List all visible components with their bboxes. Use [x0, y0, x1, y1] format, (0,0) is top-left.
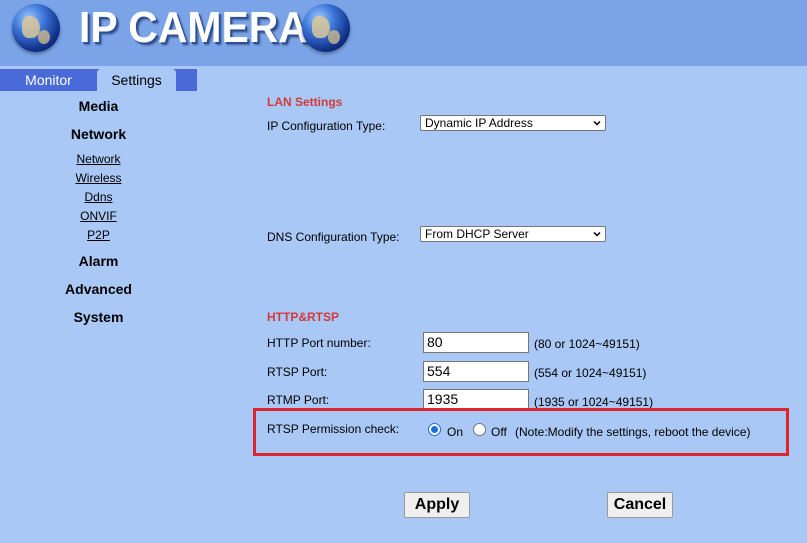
dns-config-select[interactable]: From DHCP Server	[420, 226, 606, 242]
sidebar: Monitor Settings Media Network Network W…	[0, 69, 197, 543]
tab-bar: Monitor Settings	[0, 69, 197, 91]
menu-system[interactable]: System	[0, 309, 197, 325]
rtmp-port-hint: (1935 or 1024~49151)	[534, 395, 654, 409]
rtmp-port-label: RTMP Port:	[267, 393, 330, 407]
dns-config-value: From DHCP Server	[425, 227, 529, 241]
rtsp-permission-note: (Note:Modify the settings, reboot the de…	[515, 425, 751, 439]
http-rtsp-title: HTTP&RTSP	[267, 310, 339, 324]
app-title: IP CAMERA	[79, 3, 308, 52]
dns-config-label: DNS Configuration Type:	[267, 230, 400, 244]
menu-alarm[interactable]: Alarm	[0, 253, 197, 269]
app-header: IP CAMERA	[0, 0, 807, 66]
menu-network-onvif[interactable]: ONVIF	[0, 209, 197, 223]
tab-settings[interactable]: Settings	[97, 69, 176, 91]
menu-advanced[interactable]: Advanced	[0, 281, 197, 297]
apply-button[interactable]: Apply	[404, 492, 470, 518]
rtsp-port-hint: (554 or 1024~49151)	[534, 366, 647, 380]
chevron-down-icon	[593, 231, 601, 237]
rtsp-permission-on-radio[interactable]	[428, 423, 441, 436]
globe-logo-icon	[302, 4, 350, 52]
ip-config-select[interactable]: Dynamic IP Address	[420, 115, 606, 131]
menu-network-network[interactable]: Network	[0, 152, 197, 166]
rtsp-port-input[interactable]: 554	[423, 361, 529, 382]
globe-logo-icon	[12, 4, 60, 52]
ip-config-label: IP Configuration Type:	[267, 119, 386, 133]
tab-monitor[interactable]: Monitor	[0, 69, 97, 91]
rtsp-permission-label: RTSP Permission check:	[267, 422, 400, 436]
rtsp-permission-on-label: On	[447, 425, 464, 439]
chevron-down-icon	[593, 120, 601, 126]
rtsp-permission-off-radio[interactable]	[473, 423, 486, 436]
http-port-label: HTTP Port number:	[267, 336, 371, 350]
rtmp-port-input[interactable]: 1935	[423, 389, 529, 410]
menu-network-p2p[interactable]: P2P	[0, 228, 197, 242]
menu-media[interactable]: Media	[0, 98, 197, 114]
http-port-hint: (80 or 1024~49151)	[534, 337, 640, 351]
menu-network-ddns[interactable]: Ddns	[0, 190, 197, 204]
cancel-button[interactable]: Cancel	[607, 492, 673, 518]
menu-network-wireless[interactable]: Wireless	[0, 171, 197, 185]
http-port-input[interactable]: 80	[423, 332, 529, 353]
ip-config-value: Dynamic IP Address	[425, 116, 533, 130]
rtsp-port-label: RTSP Port:	[267, 365, 328, 379]
menu-network[interactable]: Network	[0, 126, 197, 142]
rtsp-permission-off-label: Off	[491, 425, 507, 439]
lan-settings-title: LAN Settings	[267, 95, 343, 109]
